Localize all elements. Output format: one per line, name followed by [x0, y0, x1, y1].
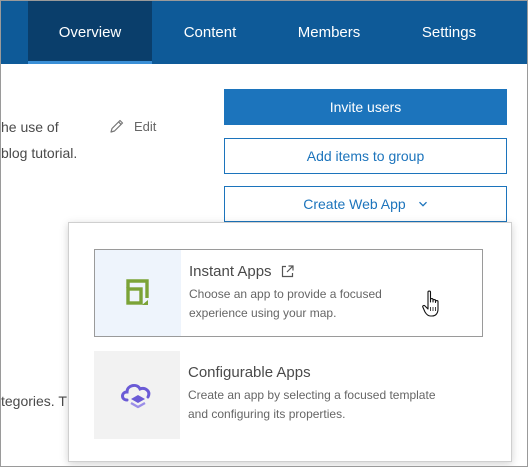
configurable-apps-icon — [121, 383, 151, 409]
create-web-app-label: Create Web App — [303, 196, 406, 212]
add-items-to-group-button[interactable]: Add items to group — [224, 138, 507, 174]
instant-apps-description-2: experience using your map. — [189, 306, 337, 320]
instant-apps-title: Instant Apps — [189, 263, 382, 280]
configurable-apps-thumbnail — [94, 351, 180, 439]
instant-apps-thumbnail — [95, 250, 181, 336]
group-description-line-2: blog tutorial. — [1, 145, 78, 161]
edit-description-button[interactable]: Edit — [109, 118, 156, 134]
group-nav-bar: Overview Content Members Settings — [1, 1, 527, 64]
tab-settings[interactable]: Settings — [407, 1, 491, 64]
create-web-app-menu: Instant Apps Choose an app to provide a … — [68, 222, 512, 462]
create-web-app-button[interactable]: Create Web App — [224, 186, 507, 222]
configurable-apps-description-2: and configuring its properties. — [188, 407, 346, 421]
chevron-down-icon — [418, 201, 427, 207]
tab-content[interactable]: Content — [163, 1, 257, 64]
instant-apps-title-text: Instant Apps — [189, 263, 272, 280]
menu-item-configurable-apps[interactable]: Configurable Apps Create an app by selec… — [94, 351, 483, 439]
edit-label: Edit — [134, 118, 157, 134]
configurable-apps-title: Configurable Apps — [188, 364, 311, 381]
group-page: Overview Content Members Settings he use… — [0, 0, 528, 467]
external-link-icon — [281, 265, 294, 278]
instant-apps-description-1: Choose an app to provide a focused — [189, 287, 382, 301]
invite-users-button[interactable]: Invite users — [224, 89, 507, 125]
group-description-line-3: tegories. T — [1, 393, 67, 409]
hand-pointer-cursor-icon — [422, 290, 439, 317]
configurable-apps-description-1: Create an app by selecting a focused tem… — [188, 388, 436, 402]
tab-members[interactable]: Members — [279, 1, 379, 64]
tab-overview[interactable]: Overview — [28, 1, 152, 64]
instant-apps-icon — [126, 279, 149, 305]
group-description-line-1: he use of — [1, 119, 59, 135]
pencil-icon — [110, 119, 124, 133]
